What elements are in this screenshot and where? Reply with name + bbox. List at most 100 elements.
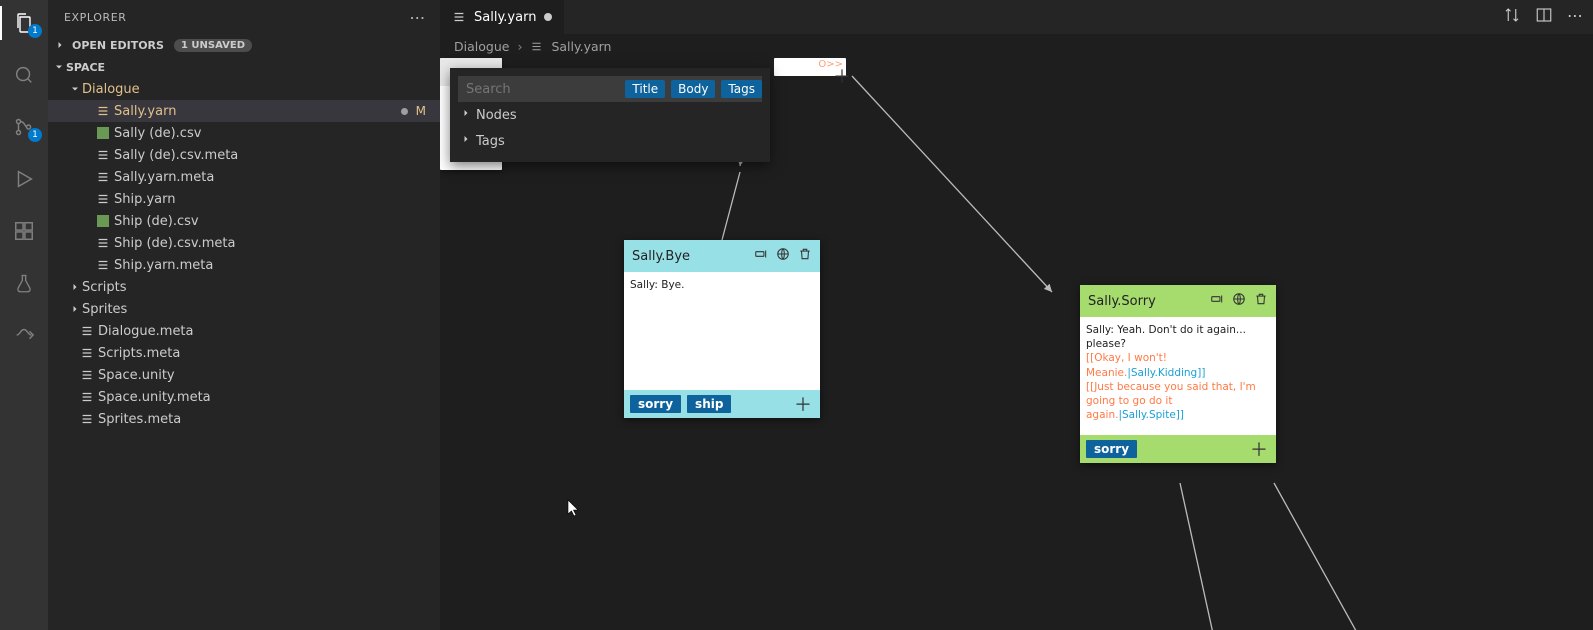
node-body[interactable]: Sally: Bye. <box>624 272 820 390</box>
folder-label: Sprites <box>82 302 127 317</box>
file-sprites-meta[interactable]: Sprites.meta <box>48 408 440 430</box>
breadcrumb[interactable]: Dialogue › Sally.yarn <box>440 34 1593 58</box>
workspace-header[interactable]: SPACE <box>48 56 440 78</box>
dirty-indicator-icon <box>544 13 552 21</box>
node-tag[interactable]: sorry <box>1086 440 1137 458</box>
file-space-unity[interactable]: Space.unity <box>48 364 440 386</box>
activity-scm-badge: 1 <box>28 128 42 142</box>
file-icon <box>94 104 112 118</box>
breadcrumb-item[interactable]: Dialogue <box>454 39 509 54</box>
search-popover: Title Body Tags Nodes Tags <box>450 68 770 162</box>
file-label: Sally (de).csv.meta <box>114 148 238 163</box>
filter-title-chip[interactable]: Title <box>625 80 665 98</box>
git-status-letter: M <box>416 104 426 118</box>
csv-file-icon <box>94 127 112 139</box>
explorer-more-icon[interactable]: ⋯ <box>409 8 426 27</box>
file-icon <box>78 324 96 338</box>
compare-changes-icon[interactable] <box>1503 6 1521 28</box>
activity-share-icon[interactable] <box>0 318 48 352</box>
app-root: 1 1 EXPLORER ⋯ OPEN <box>0 0 1593 630</box>
graph-canvas[interactable]: O>> ＋ Title Body Tags Nodes Tags <box>440 58 1593 630</box>
search-input[interactable] <box>466 82 619 97</box>
activity-bar: 1 1 <box>0 0 48 630</box>
file-label: Space.unity.meta <box>98 390 211 405</box>
file-space-unity-meta[interactable]: Space.unity.meta <box>48 386 440 408</box>
chevron-down-icon <box>52 61 66 73</box>
filter-tags-chip[interactable]: Tags <box>721 80 762 98</box>
popover-item-label: Nodes <box>476 108 517 123</box>
folder-dialogue[interactable]: Dialogue <box>48 78 440 100</box>
popover-item-tags[interactable]: Tags <box>458 128 762 154</box>
popover-item-label: Tags <box>476 134 505 149</box>
file-icon <box>530 40 543 53</box>
node-body-text: Sally: Bye. <box>630 279 684 291</box>
file-scripts-meta[interactable]: Scripts.meta <box>48 342 440 364</box>
file-label: Space.unity <box>98 368 175 383</box>
file-icon <box>94 170 112 184</box>
activity-extensions-icon[interactable] <box>0 214 48 248</box>
file-label: Sally.yarn <box>114 104 176 119</box>
file-ship-de-csv[interactable]: Ship (de).csv <box>48 210 440 232</box>
rename-icon[interactable] <box>1210 292 1224 310</box>
cursor-icon <box>567 499 581 521</box>
file-label: Ship (de).csv.meta <box>114 236 235 251</box>
file-sally-yarn-meta[interactable]: Sally.yarn.meta <box>48 166 440 188</box>
split-editor-icon[interactable] <box>1535 6 1553 28</box>
file-sally-yarn[interactable]: Sally.yarn M <box>48 100 440 122</box>
file-dialogue-meta[interactable]: Dialogue.meta <box>48 320 440 342</box>
file-ship-yarn[interactable]: Ship.yarn <box>48 188 440 210</box>
tab-label: Sally.yarn <box>474 10 536 25</box>
folder-label: Dialogue <box>82 82 140 97</box>
node-tag[interactable]: ship <box>687 395 731 413</box>
node-sally-sorry[interactable]: Sally.Sorry Sally: Yeah. Don't do it aga… <box>1080 285 1276 463</box>
add-node-button[interactable]: ＋ <box>832 66 852 86</box>
add-tag-button[interactable]: ＋ <box>1250 436 1268 462</box>
activity-explorer-icon[interactable]: 1 <box>0 6 48 40</box>
open-editors-header[interactable]: OPEN EDITORS 1 UNSAVED <box>48 34 440 56</box>
file-icon <box>452 10 466 24</box>
file-label: Ship.yarn.meta <box>114 258 213 273</box>
csv-file-icon <box>94 215 112 227</box>
popover-item-nodes[interactable]: Nodes <box>458 102 762 128</box>
filter-body-chip[interactable]: Body <box>671 80 715 98</box>
node-body[interactable]: Sally: Yeah. Don't do it again... please… <box>1080 317 1276 435</box>
file-sally-de-csv-meta[interactable]: Sally (de).csv.meta <box>48 144 440 166</box>
trash-icon[interactable] <box>1254 292 1268 310</box>
chevron-right-icon: › <box>517 39 522 54</box>
breadcrumb-item[interactable]: Sally.yarn <box>551 39 611 54</box>
activity-source-control-icon[interactable]: 1 <box>0 110 48 144</box>
dirty-indicator-icon <box>401 108 408 115</box>
chevron-down-icon <box>68 83 82 95</box>
file-sally-de-csv[interactable]: Sally (de).csv <box>48 122 440 144</box>
folder-scripts[interactable]: Scripts <box>48 276 440 298</box>
node-header[interactable]: Sally.Bye <box>624 240 820 272</box>
file-ship-de-csv-meta[interactable]: Ship (de).csv.meta <box>48 232 440 254</box>
node-title: Sally.Bye <box>632 249 690 264</box>
explorer-title: EXPLORER ⋯ <box>48 0 440 34</box>
file-ship-yarn-meta[interactable]: Ship.yarn.meta <box>48 254 440 276</box>
node-tag[interactable]: sorry <box>630 395 681 413</box>
add-tag-button[interactable]: ＋ <box>794 391 812 417</box>
search-row: Title Body Tags <box>458 76 762 102</box>
activity-explorer-badge: 1 <box>28 24 42 38</box>
trash-icon[interactable] <box>798 247 812 265</box>
activity-testing-icon[interactable] <box>0 266 48 300</box>
file-label: Ship (de).csv <box>114 214 199 229</box>
node-body-text: Sally: Yeah. Don't do it again... please… <box>1086 324 1246 350</box>
node-body-text: |Sally.Kidding]] <box>1127 367 1205 379</box>
globe-icon[interactable] <box>776 247 790 265</box>
node-header[interactable]: Sally.Sorry <box>1080 285 1276 317</box>
folder-sprites[interactable]: Sprites <box>48 298 440 320</box>
file-icon <box>78 390 96 404</box>
node-footer: sorry ship ＋ <box>624 390 820 418</box>
more-actions-icon[interactable]: ⋯ <box>1567 6 1583 28</box>
activity-run-icon[interactable] <box>0 162 48 196</box>
explorer-sidebar: EXPLORER ⋯ OPEN EDITORS 1 UNSAVED SPACE … <box>48 0 440 630</box>
node-footer: sorry ＋ <box>1080 435 1276 463</box>
activity-search-icon[interactable] <box>0 58 48 92</box>
file-icon <box>78 346 96 360</box>
rename-icon[interactable] <box>754 247 768 265</box>
tab-sally-yarn[interactable]: Sally.yarn <box>440 0 564 34</box>
node-sally-bye[interactable]: Sally.Bye Sally: Bye. sorry ship ＋ <box>624 240 820 418</box>
globe-icon[interactable] <box>1232 292 1246 310</box>
